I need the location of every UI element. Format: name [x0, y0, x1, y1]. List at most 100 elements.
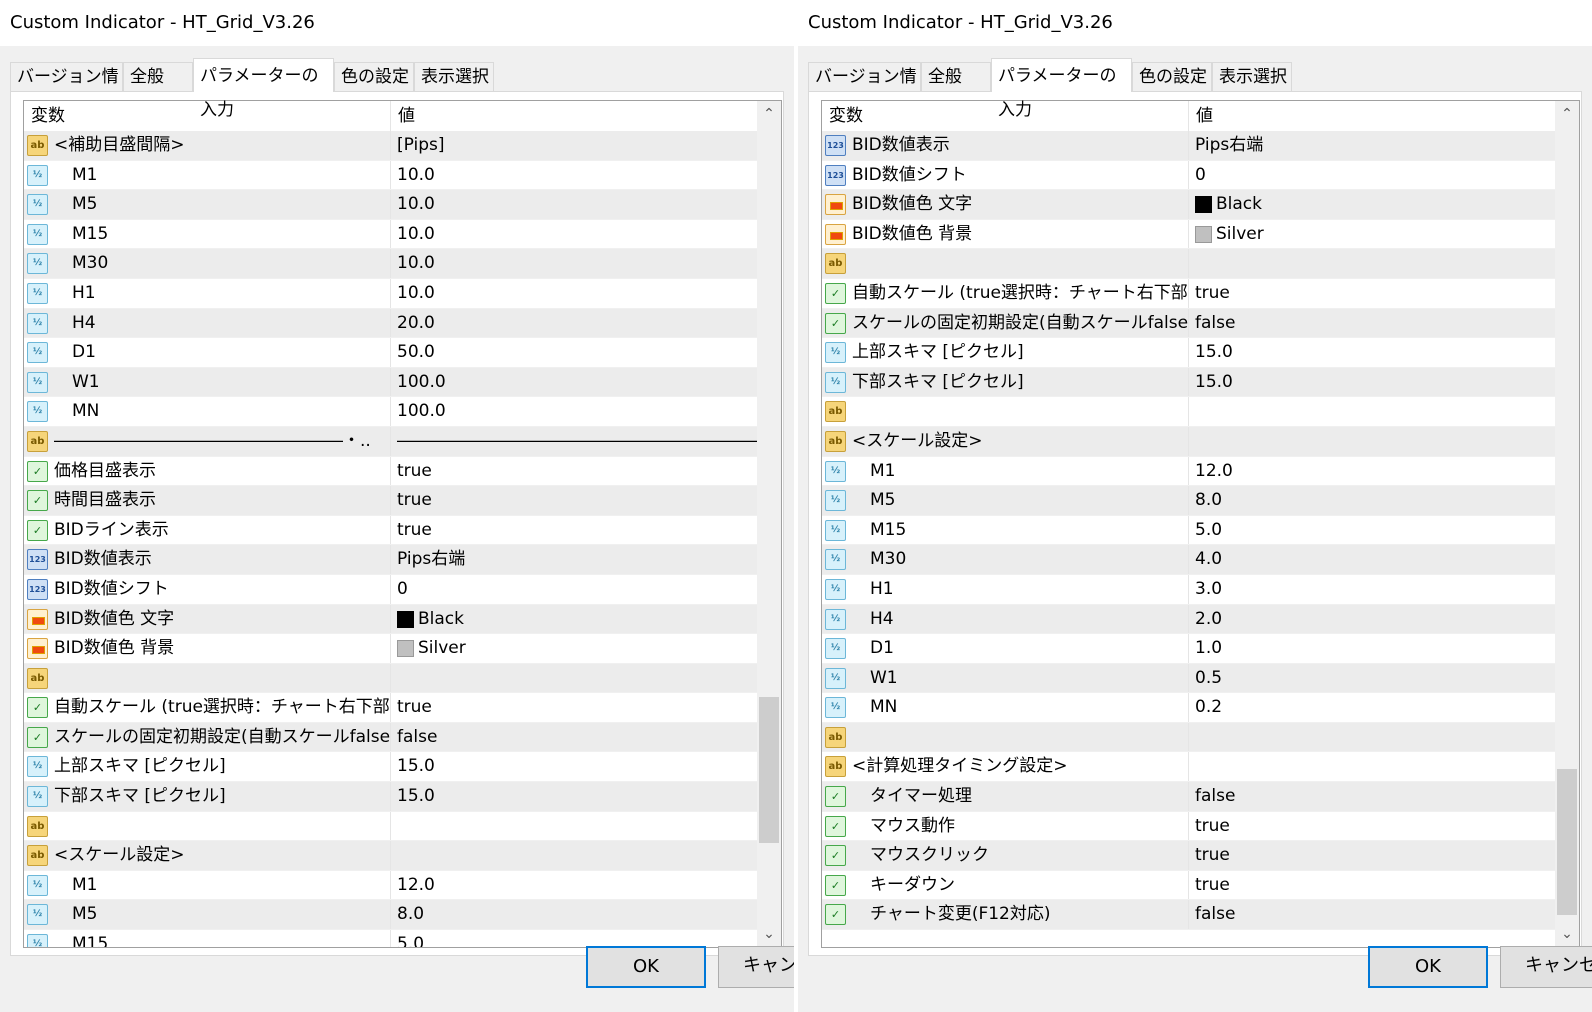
parameter-row[interactable]: ½ 下部スキマ [ピクセル] 15.0 — [24, 782, 757, 812]
value-cell[interactable]: ―――――――――――――――――――――――・.. — [391, 427, 757, 456]
tab-visualization[interactable]: 表示選択 — [1212, 62, 1292, 91]
cancel-button[interactable]: キャンセル — [718, 946, 794, 988]
parameter-row[interactable]: ½ H4 2.0 — [822, 604, 1555, 635]
value-cell[interactable]: 1.0 — [1189, 634, 1555, 663]
parameter-row[interactable]: ab <スケール設定> — [822, 426, 1555, 457]
parameter-row[interactable]: ab — [822, 397, 1555, 427]
variable-cell[interactable]: BID数値色 文字 — [822, 190, 1189, 219]
variable-cell[interactable]: ½ D1 — [822, 634, 1189, 663]
variable-cell[interactable]: ½ M30 — [822, 545, 1189, 574]
variable-cell[interactable]: ½ M5 — [24, 190, 391, 219]
value-cell[interactable]: true — [391, 516, 757, 545]
value-cell[interactable]: 15.0 — [1189, 368, 1555, 397]
variable-cell[interactable]: ab <スケール設定> — [24, 841, 391, 870]
variable-cell[interactable]: BID数値色 背景 — [822, 219, 1189, 249]
variable-cell[interactable]: ✓ キーダウン — [822, 870, 1189, 900]
variable-cell[interactable]: ✓ BIDライン表示 — [24, 515, 391, 545]
parameter-row[interactable]: ✓ スケールの固定初期設定(自動スケールfalse･.. false — [822, 308, 1555, 339]
value-cell[interactable]: Pips右端 — [1189, 131, 1555, 160]
variable-cell[interactable]: ✓ 時間目盛表示 — [24, 486, 391, 515]
variable-cell[interactable]: ½ 下部スキマ [ピクセル] — [24, 782, 391, 811]
value-cell[interactable]: 0.2 — [1189, 693, 1555, 722]
value-cell[interactable]: false — [1189, 309, 1555, 338]
parameter-row[interactable]: 123 BID数値表示 Pips右端 — [822, 131, 1555, 161]
variable-cell[interactable]: ½ M1 — [822, 456, 1189, 486]
variable-cell[interactable]: ½ 下部スキマ [ピクセル] — [822, 367, 1189, 397]
value-cell[interactable]: 15.0 — [391, 782, 757, 811]
variable-cell[interactable]: ½ M15 — [822, 515, 1189, 545]
value-cell[interactable]: true — [391, 693, 757, 722]
variable-cell[interactable]: ✓ 自動スケール (true選択時：チャート右下部ク... — [822, 278, 1189, 308]
variable-cell[interactable]: ab — [24, 663, 391, 693]
parameter-row[interactable]: ½ M1 12.0 — [822, 456, 1555, 487]
variable-cell[interactable]: ab — [822, 722, 1189, 752]
value-cell[interactable]: 10.0 — [391, 249, 757, 278]
value-cell[interactable]: Black — [391, 605, 757, 634]
value-cell[interactable]: 8.0 — [1189, 486, 1555, 515]
tab-parameters[interactable]: パラメーターの入力 — [193, 58, 334, 120]
variable-cell[interactable]: ✓ マウス動作 — [822, 811, 1189, 841]
scroll-thumb[interactable] — [1557, 769, 1577, 915]
variable-cell[interactable]: ½ 上部スキマ [ピクセル] — [24, 752, 391, 782]
variable-cell[interactable]: ½ H4 — [24, 308, 391, 338]
parameter-row[interactable]: ½ M1 12.0 — [24, 870, 757, 901]
tab-version-info[interactable]: バージョン情報 — [808, 62, 921, 116]
value-cell[interactable]: 0 — [391, 575, 757, 604]
parameter-row[interactable]: ½ M15 5.0 — [822, 515, 1555, 546]
parameter-row[interactable]: ½ M1 10.0 — [24, 160, 757, 191]
variable-cell[interactable]: ½ W1 — [822, 663, 1189, 693]
value-cell[interactable]: 100.0 — [391, 368, 757, 397]
parameter-row[interactable]: ½ MN 100.0 — [24, 397, 757, 427]
ok-button[interactable]: OK — [1368, 946, 1488, 988]
value-cell[interactable]: 2.0 — [1189, 605, 1555, 634]
value-cell[interactable]: false — [1189, 900, 1555, 929]
value-cell[interactable]: 4.0 — [1189, 545, 1555, 574]
parameter-row[interactable]: ✓ 自動スケール (true選択時：チャート右下部ク... true — [822, 278, 1555, 309]
parameter-row[interactable]: ab — [24, 663, 757, 694]
parameter-row[interactable]: ab <計算処理タイミング設定> — [822, 752, 1555, 783]
parameter-row[interactable]: ½ M30 10.0 — [24, 249, 757, 279]
value-cell[interactable]: 15.0 — [391, 752, 757, 781]
variable-cell[interactable]: ½ M1 — [24, 160, 391, 190]
parameter-row[interactable]: ab <補助目盛間隔> [Pips] — [24, 131, 757, 161]
parameter-row[interactable]: ½ H1 3.0 — [822, 574, 1555, 605]
tab-parameters[interactable]: パラメーターの入力 — [991, 58, 1132, 120]
value-cell[interactable]: Silver — [1189, 220, 1555, 249]
variable-cell[interactable]: ✓ 価格目盛表示 — [24, 456, 391, 486]
scroll-down-icon[interactable]: ⌄ — [1555, 921, 1579, 947]
parameter-row[interactable]: ab ―――――――――――――――――・.. ――――――――――――――――――… — [24, 426, 757, 457]
parameter-row[interactable]: ✓ キーダウン true — [822, 870, 1555, 901]
value-cell[interactable]: 10.0 — [391, 220, 757, 249]
variable-cell[interactable]: ab <補助目盛間隔> — [24, 131, 391, 160]
value-cell[interactable]: 10.0 — [391, 190, 757, 219]
tab-colors[interactable]: 色の設定 — [334, 62, 414, 91]
variable-cell[interactable]: ab — [822, 397, 1189, 426]
parameter-row[interactable]: ½ MN 0.2 — [822, 693, 1555, 723]
variable-cell[interactable]: ✓ 自動スケール (true選択時：チャート右下部ク... — [24, 693, 391, 722]
scroll-up-icon[interactable]: ⌃ — [757, 101, 781, 127]
variable-cell[interactable]: BID数値色 背景 — [24, 634, 391, 663]
variable-cell[interactable]: ½ H1 — [822, 574, 1189, 604]
variable-cell[interactable]: ½ MN — [24, 397, 391, 426]
variable-cell[interactable]: 123 BID数値表示 — [24, 545, 391, 574]
variable-cell[interactable]: 123 BID数値シフト — [822, 160, 1189, 190]
parameter-row[interactable]: ✓ 価格目盛表示 true — [24, 456, 757, 487]
variable-cell[interactable]: ✓ スケールの固定初期設定(自動スケールfalse･.. — [24, 722, 391, 752]
variable-cell[interactable]: ½ M5 — [24, 900, 391, 930]
value-cell[interactable] — [1189, 427, 1555, 456]
parameter-row[interactable]: ✓ 時間目盛表示 true — [24, 486, 757, 516]
value-cell[interactable]: 15.0 — [1189, 338, 1555, 367]
value-cell[interactable]: 8.0 — [391, 900, 757, 929]
scroll-thumb[interactable] — [759, 697, 779, 843]
value-cell[interactable] — [1189, 397, 1555, 426]
value-cell[interactable]: true — [391, 486, 757, 515]
parameter-row[interactable]: ½ 上部スキマ [ピクセル] 15.0 — [24, 752, 757, 783]
value-cell[interactable]: 20.0 — [391, 309, 757, 338]
parameter-row[interactable]: BID数値色 背景 Silver — [822, 219, 1555, 250]
parameter-row[interactable]: 123 BID数値シフト 0 — [822, 160, 1555, 191]
value-cell[interactable]: true — [1189, 812, 1555, 841]
variable-cell[interactable]: ab — [24, 811, 391, 841]
variable-cell[interactable]: ½ 上部スキマ [ピクセル] — [822, 338, 1189, 367]
vertical-scrollbar[interactable]: ⌃ ⌄ — [757, 101, 781, 947]
parameter-row[interactable]: ½ D1 1.0 — [822, 634, 1555, 664]
